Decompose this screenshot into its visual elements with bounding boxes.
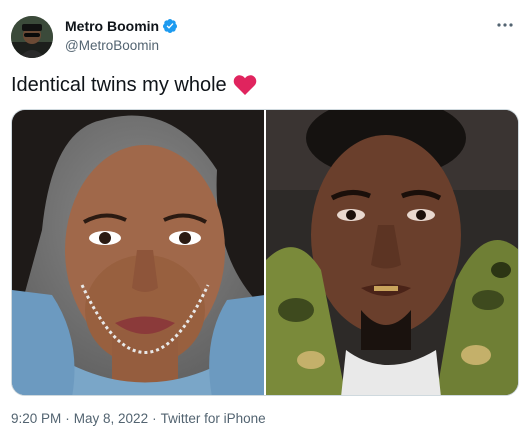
woman-portrait-photo[interactable] bbox=[12, 110, 264, 395]
meta-separator: · bbox=[65, 411, 70, 426]
tweet-date[interactable]: May 8, 2022 bbox=[74, 409, 148, 429]
media-grid bbox=[11, 109, 519, 396]
tweet-text: Identical twins my whole bbox=[11, 72, 257, 98]
name-row: Metro Boomin bbox=[65, 17, 178, 35]
tweet-card: Metro Boomin @MetroBoomin Identical twin… bbox=[0, 0, 529, 436]
red-heart-icon bbox=[233, 74, 257, 96]
user-handle[interactable]: @MetroBoomin bbox=[65, 37, 159, 55]
man-portrait-photo[interactable] bbox=[266, 110, 518, 395]
avatar[interactable] bbox=[11, 16, 53, 58]
tweet-body: Identical twins my whole bbox=[11, 74, 227, 96]
more-options-icon[interactable] bbox=[494, 14, 516, 36]
verified-badge-icon bbox=[162, 18, 178, 34]
display-name[interactable]: Metro Boomin bbox=[65, 17, 159, 35]
meta-separator: · bbox=[152, 411, 157, 426]
tweet-source[interactable]: Twitter for iPhone bbox=[161, 409, 266, 429]
tweet-time[interactable]: 9:20 PM bbox=[11, 409, 61, 429]
profile-avatar-image bbox=[11, 16, 53, 58]
tweet-meta: 9:20 PM · May 8, 2022 · Twitter for iPho… bbox=[11, 409, 266, 429]
